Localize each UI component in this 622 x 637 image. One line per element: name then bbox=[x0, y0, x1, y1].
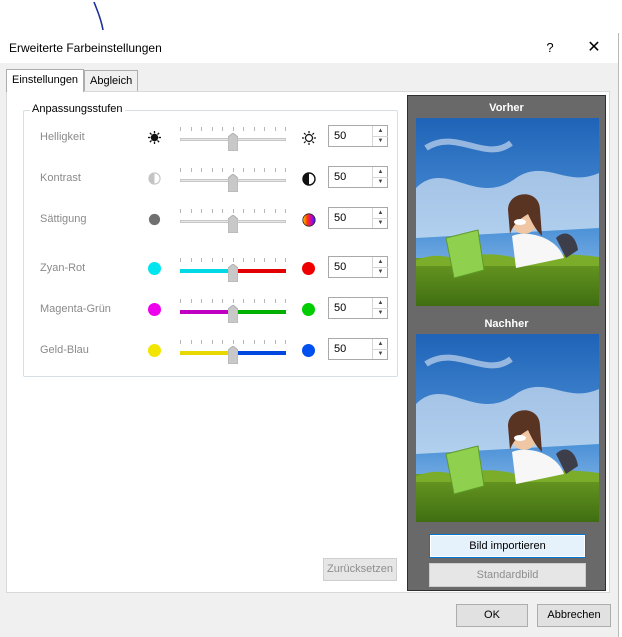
row-saettigung: Sättigung 50 ▲ ▼ bbox=[24, 206, 397, 234]
spin-down-icon[interactable]: ▼ bbox=[372, 349, 388, 359]
after-photo bbox=[416, 334, 599, 522]
spin-value: 50 bbox=[334, 130, 347, 142]
import-image-button[interactable]: Bild importieren bbox=[429, 534, 586, 558]
settings-panel: Anpassungsstufen Helligkeit 50 ▲ ▼ Kontr… bbox=[6, 91, 610, 593]
row-label: Kontrast bbox=[40, 172, 81, 184]
after-label: Nachher bbox=[484, 318, 529, 330]
slider-thumb[interactable] bbox=[228, 346, 238, 364]
close-button[interactable]: ✕ bbox=[584, 37, 604, 59]
blue-dot-icon bbox=[302, 344, 315, 357]
saettigung-spinbox[interactable]: 50 ▲ ▼ bbox=[328, 207, 388, 229]
adjustment-group: Anpassungsstufen Helligkeit 50 ▲ ▼ Kontr… bbox=[23, 103, 398, 377]
cancel-button[interactable]: Abbrechen bbox=[537, 604, 611, 627]
row-magenta-gruen: Magenta-Grün 50 ▲ ▼ bbox=[24, 296, 397, 324]
before-photo bbox=[416, 118, 599, 306]
before-label: Vorher bbox=[489, 102, 524, 114]
spin-down-icon[interactable]: ▼ bbox=[372, 267, 388, 277]
contrast-low-icon bbox=[148, 172, 161, 185]
geld-blau-slider[interactable] bbox=[180, 337, 286, 365]
slider-thumb[interactable] bbox=[228, 264, 238, 282]
spin-value: 50 bbox=[334, 343, 347, 355]
row-label: Magenta-Grün bbox=[40, 303, 111, 315]
red-dot-icon bbox=[302, 262, 315, 275]
magenta-gruen-spinbox[interactable]: 50 ▲ ▼ bbox=[328, 297, 388, 319]
spin-down-icon[interactable]: ▼ bbox=[372, 218, 388, 228]
row-label: Geld-Blau bbox=[40, 344, 89, 356]
row-helligkeit: Helligkeit 50 ▲ ▼ bbox=[24, 124, 397, 152]
spin-value: 50 bbox=[334, 171, 347, 183]
spin-value: 50 bbox=[334, 302, 347, 314]
kontrast-slider[interactable] bbox=[180, 165, 286, 193]
zyan-rot-spinbox[interactable]: 50 ▲ ▼ bbox=[328, 256, 388, 278]
preview-panel: Vorher Nachher Bild importieren Standard… bbox=[407, 95, 606, 591]
gray-dot-icon bbox=[148, 213, 161, 226]
spin-value: 50 bbox=[334, 261, 347, 273]
row-label: Sättigung bbox=[40, 213, 87, 225]
ok-button[interactable]: OK bbox=[456, 604, 528, 627]
color-settings-dialog: Erweiterte Farbeinstellungen ? ✕ Einstel… bbox=[0, 33, 619, 637]
spin-down-icon[interactable]: ▼ bbox=[372, 136, 388, 146]
cyan-dot-icon bbox=[148, 262, 161, 275]
slider-thumb[interactable] bbox=[228, 133, 238, 151]
slider-thumb[interactable] bbox=[228, 174, 238, 192]
green-dot-icon bbox=[302, 303, 315, 316]
yellow-dot-icon bbox=[148, 344, 161, 357]
sun-dark-icon bbox=[148, 131, 161, 144]
helligkeit-slider[interactable] bbox=[180, 124, 286, 152]
helligkeit-spinbox[interactable]: 50 ▲ ▼ bbox=[328, 125, 388, 147]
standard-image-button[interactable]: Standardbild bbox=[429, 563, 586, 587]
contrast-high-icon bbox=[302, 172, 316, 186]
tab-abgleich[interactable]: Abgleich bbox=[84, 70, 139, 91]
zyan-rot-slider[interactable] bbox=[180, 255, 286, 283]
magenta-dot-icon bbox=[148, 303, 161, 316]
saettigung-slider[interactable] bbox=[180, 206, 286, 234]
slider-thumb[interactable] bbox=[228, 215, 238, 233]
title-bar: Erweiterte Farbeinstellungen ? ✕ bbox=[0, 33, 618, 63]
geld-blau-spinbox[interactable]: 50 ▲ ▼ bbox=[328, 338, 388, 360]
row-label: Helligkeit bbox=[40, 131, 85, 143]
group-label: Anpassungsstufen bbox=[30, 103, 125, 115]
pen-stroke-mark bbox=[93, 1, 104, 31]
reset-button[interactable]: Zurücksetzen bbox=[323, 558, 397, 581]
row-zyan-rot: Zyan-Rot 50 ▲ ▼ bbox=[24, 255, 397, 283]
row-geld-blau: Geld-Blau 50 ▲ ▼ bbox=[24, 337, 397, 365]
help-button[interactable]: ? bbox=[540, 37, 560, 59]
spin-value: 50 bbox=[334, 212, 347, 224]
row-kontrast: Kontrast 50 ▲ ▼ bbox=[24, 165, 397, 193]
magenta-gruen-slider[interactable] bbox=[180, 296, 286, 324]
row-label: Zyan-Rot bbox=[40, 262, 86, 274]
window-title: Erweiterte Farbeinstellungen bbox=[9, 41, 162, 55]
sun-outline-icon bbox=[302, 131, 316, 145]
color-wheel-icon bbox=[302, 213, 316, 227]
spin-down-icon[interactable]: ▼ bbox=[372, 308, 388, 318]
tab-einstellungen[interactable]: Einstellungen bbox=[6, 69, 85, 92]
kontrast-spinbox[interactable]: 50 ▲ ▼ bbox=[328, 166, 388, 188]
slider-thumb[interactable] bbox=[228, 305, 238, 323]
spin-down-icon[interactable]: ▼ bbox=[372, 177, 388, 187]
